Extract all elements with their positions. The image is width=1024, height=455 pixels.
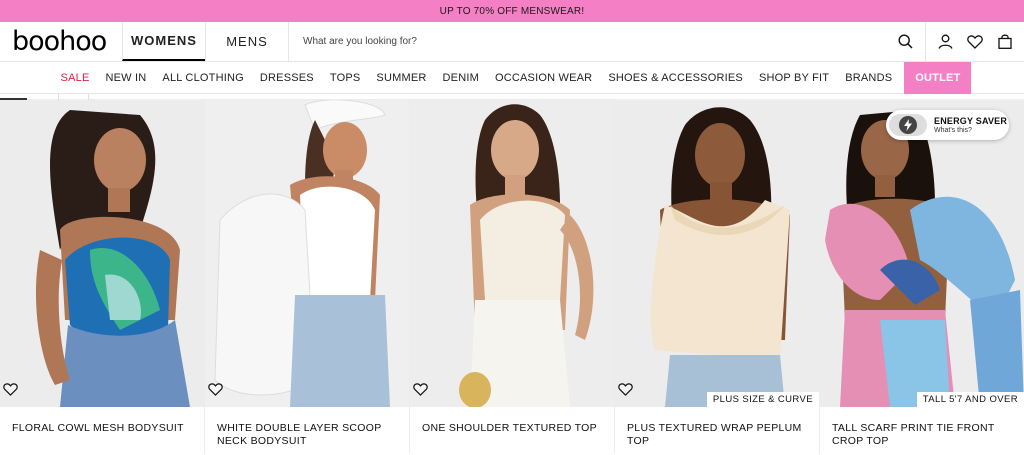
fit-badge: TALL 5'7 AND OVER: [916, 392, 1024, 407]
search-bar: [288, 22, 925, 61]
nav-item-outlet[interactable]: OUTLET: [904, 61, 972, 94]
header-icons: [925, 22, 1024, 61]
nav-item-summer[interactable]: SUMMER: [368, 72, 434, 84]
nav-item-sale[interactable]: SALE: [53, 72, 98, 84]
energy-saver-switch[interactable]: [889, 114, 927, 136]
promo-banner[interactable]: UP TO 70% OFF MENSWEAR!: [0, 0, 1024, 22]
fit-badge: PLUS SIZE & CURVE: [706, 392, 819, 407]
product-card[interactable]: PLUS SIZE & CURVE PLUS TEXTURED WRAP PEP…: [615, 100, 820, 454]
product-grid: FLORAL COWL MESH BODYSUIT WHITE DOUBLE L…: [0, 100, 1024, 454]
nav-item-denim[interactable]: DENIM: [435, 72, 487, 84]
site-header: boohoo WOMENS MENS: [0, 22, 1024, 62]
product-title[interactable]: FLORAL COWL MESH BODYSUIT: [0, 407, 204, 435]
account-icon[interactable]: [934, 31, 956, 53]
nav-item-shop-by-fit[interactable]: SHOP BY FIT: [751, 72, 837, 84]
nav-item-occasion-wear[interactable]: OCCASION WEAR: [487, 72, 600, 84]
promo-text: UP TO 70% OFF MENSWEAR!: [439, 5, 585, 17]
nav-item-new-in[interactable]: NEW IN: [97, 72, 154, 84]
nav-item-tops[interactable]: TOPS: [322, 72, 369, 84]
lightning-icon: [899, 116, 917, 134]
product-card[interactable]: TALL 5'7 AND OVER TALL SCARF PRINT TIE F…: [820, 100, 1024, 454]
tab-womens[interactable]: WOMENS: [122, 22, 205, 61]
bag-icon[interactable]: [994, 31, 1016, 53]
product-image[interactable]: TALL 5'7 AND OVER: [820, 100, 1024, 407]
wishlist-icon[interactable]: [964, 31, 986, 53]
search-input[interactable]: [303, 36, 863, 47]
wishlist-heart-icon[interactable]: [618, 383, 636, 401]
product-card[interactable]: ONE SHOULDER TEXTURED TOP: [410, 100, 615, 454]
wishlist-heart-icon[interactable]: [413, 383, 431, 401]
product-title[interactable]: WHITE DOUBLE LAYER SCOOP NECK BODYSUIT: [205, 407, 409, 448]
product-image[interactable]: [205, 100, 409, 407]
energy-saver-label: ENERGY SAVER: [934, 116, 1008, 126]
product-image[interactable]: [410, 100, 614, 407]
tab-mens[interactable]: MENS: [205, 22, 288, 61]
search-icon[interactable]: [898, 34, 913, 54]
nav-item-brands[interactable]: BRANDS: [837, 72, 900, 84]
product-title[interactable]: ONE SHOULDER TEXTURED TOP: [410, 407, 614, 435]
product-image[interactable]: PLUS SIZE & CURVE: [615, 100, 819, 407]
logo[interactable]: boohoo: [0, 22, 122, 61]
product-card[interactable]: WHITE DOUBLE LAYER SCOOP NECK BODYSUIT: [205, 100, 410, 454]
nav-item-shoes-accessories[interactable]: SHOES & ACCESSORIES: [600, 72, 751, 84]
product-card[interactable]: FLORAL COWL MESH BODYSUIT: [0, 100, 205, 454]
nav-item-dresses[interactable]: DRESSES: [252, 72, 322, 84]
product-title[interactable]: TALL SCARF PRINT TIE FRONT CROP TOP: [820, 407, 1024, 448]
product-title[interactable]: PLUS TEXTURED WRAP PEPLUM TOP: [615, 407, 819, 448]
nav-item-all-clothing[interactable]: ALL CLOTHING: [154, 72, 251, 84]
product-image[interactable]: [0, 100, 204, 407]
category-nav: SALE NEW IN ALL CLOTHING DRESSES TOPS SU…: [0, 61, 1024, 94]
energy-saver-help-link[interactable]: What's this?: [934, 127, 1007, 134]
wishlist-heart-icon[interactable]: [3, 383, 21, 401]
energy-saver-toggle[interactable]: ENERGY SAVER What's this?: [886, 110, 1009, 140]
wishlist-heart-icon[interactable]: [208, 383, 226, 401]
